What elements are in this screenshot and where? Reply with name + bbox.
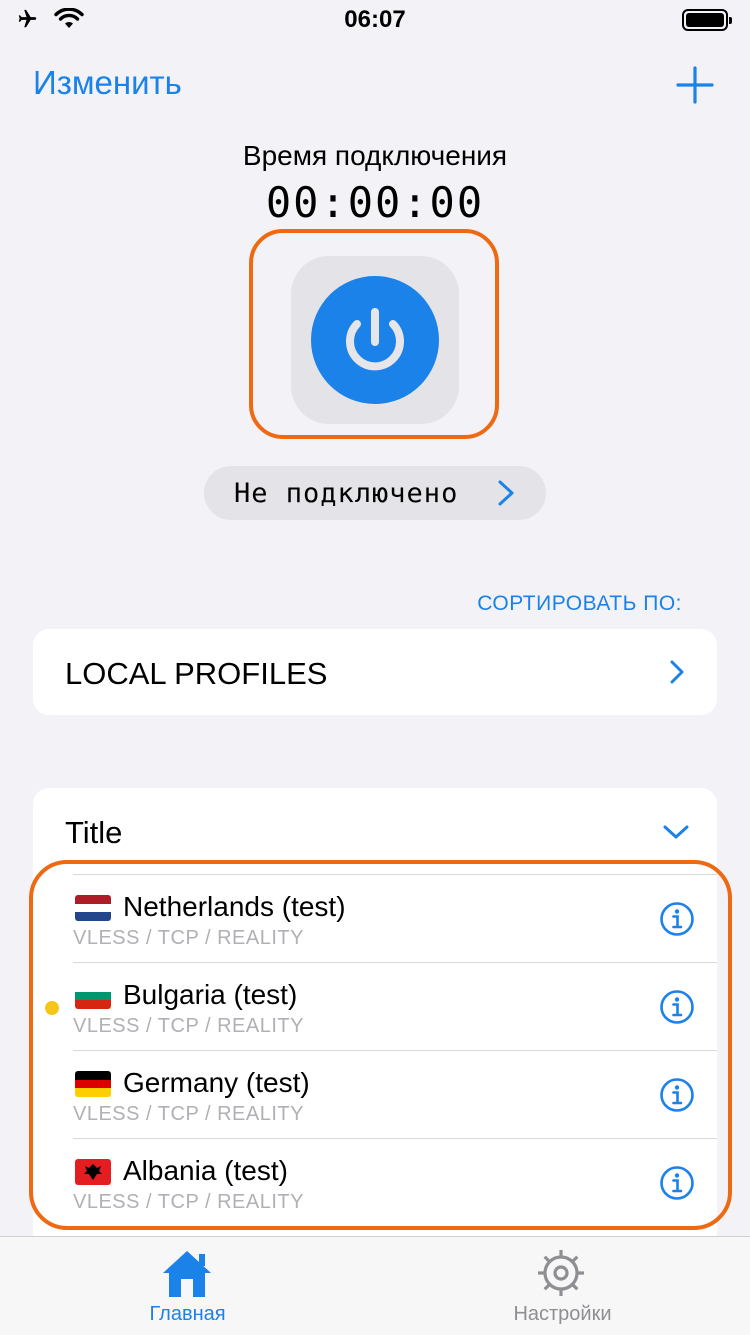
connection-status-button[interactable]: Не подключено [204, 466, 546, 520]
group-title: Title [65, 815, 123, 850]
power-highlight-frame [249, 229, 499, 439]
status-time: 06:07 [344, 6, 406, 33]
server-list-highlight-frame [29, 860, 732, 1230]
battery-icon [682, 9, 732, 31]
connection-timer: 00:00:00 [265, 178, 485, 227]
connection-status-label: Не подключено [234, 478, 459, 509]
sort-button[interactable]: СОРТИРОВАТЬ ПО: [477, 592, 682, 616]
edit-button[interactable]: Изменить [33, 64, 182, 102]
tab-home[interactable]: Главная [0, 1237, 375, 1335]
local-profiles-card[interactable]: LOCAL PROFILES [33, 629, 717, 715]
tab-home-label: Главная [149, 1303, 226, 1325]
chevron-right-icon [670, 660, 684, 684]
gear-icon [538, 1250, 584, 1296]
status-bar: 06:07 [0, 0, 750, 40]
home-icon [163, 1251, 211, 1297]
add-icon[interactable] [676, 66, 714, 104]
connection-time-label: Время подключения [242, 140, 508, 171]
tab-bar: Главная Настройки [0, 1236, 750, 1335]
tab-settings[interactable]: Настройки [375, 1237, 750, 1335]
chevron-right-icon [498, 480, 514, 506]
local-profiles-label: LOCAL PROFILES [65, 656, 328, 691]
tab-settings-label: Настройки [513, 1303, 612, 1325]
chevron-down-icon[interactable] [663, 824, 689, 840]
